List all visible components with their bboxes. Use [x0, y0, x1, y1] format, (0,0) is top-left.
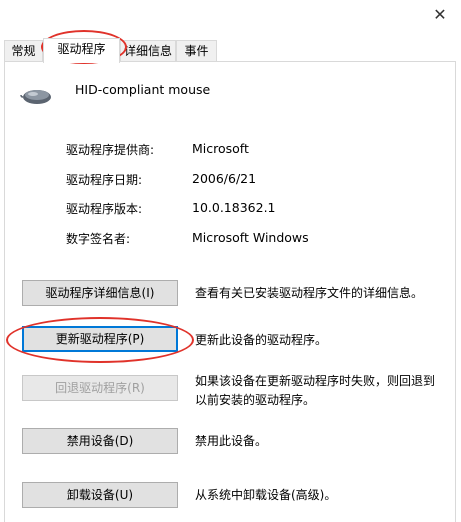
provider-value: Microsoft [192, 141, 249, 156]
close-icon: ✕ [433, 4, 447, 24]
tab-strip: 常规 驱动程序 详细信息 事件 [0, 38, 461, 63]
tab-label: 驱动程序 [57, 42, 106, 56]
driver-details-button[interactable]: 驱动程序详细信息(I) [22, 280, 178, 306]
version-value: 10.0.18362.1 [192, 200, 276, 215]
date-label: 驱动程序日期: [66, 173, 143, 187]
uninstall-device-description: 从系统中卸载设备(高级)。 [195, 488, 337, 502]
provider-label: 驱动程序提供商: [66, 143, 155, 157]
close-button[interactable]: ✕ [425, 2, 455, 26]
tab-label: 常规 [11, 44, 36, 58]
disable-device-button[interactable]: 禁用设备(D) [22, 428, 178, 454]
signer-label: 数字签名者: [66, 232, 131, 246]
device-name: HID-compliant mouse [75, 82, 211, 97]
update-driver-description: 更新此设备的驱动程序。 [195, 333, 328, 347]
tab-label: 详细信息 [123, 44, 172, 58]
mouse-icon [20, 90, 51, 104]
date-value: 2006/6/21 [192, 171, 257, 186]
tab-driver[interactable]: 驱动程序 [43, 38, 120, 63]
update-driver-button[interactable]: 更新驱动程序(P) [22, 326, 178, 352]
rollback-driver-description: 如果该设备在更新驱动程序时失败，则回退到以前安装的驱动程序。 [195, 374, 436, 407]
tab-general[interactable]: 常规 [4, 40, 43, 62]
title-bar: ✕ [0, 0, 461, 30]
rollback-driver-button[interactable]: 回退驱动程序(R) [22, 375, 178, 401]
signer-value: Microsoft Windows [192, 230, 309, 245]
tab-label: 事件 [184, 44, 209, 58]
driver-details-description: 查看有关已安装驱动程序文件的详细信息。 [195, 286, 424, 300]
tab-events[interactable]: 事件 [176, 40, 217, 62]
disable-device-description: 禁用此设备。 [195, 434, 268, 448]
tab-details[interactable]: 详细信息 [120, 40, 176, 62]
uninstall-device-button[interactable]: 卸载设备(U) [22, 482, 178, 508]
version-label: 驱动程序版本: [66, 202, 143, 216]
